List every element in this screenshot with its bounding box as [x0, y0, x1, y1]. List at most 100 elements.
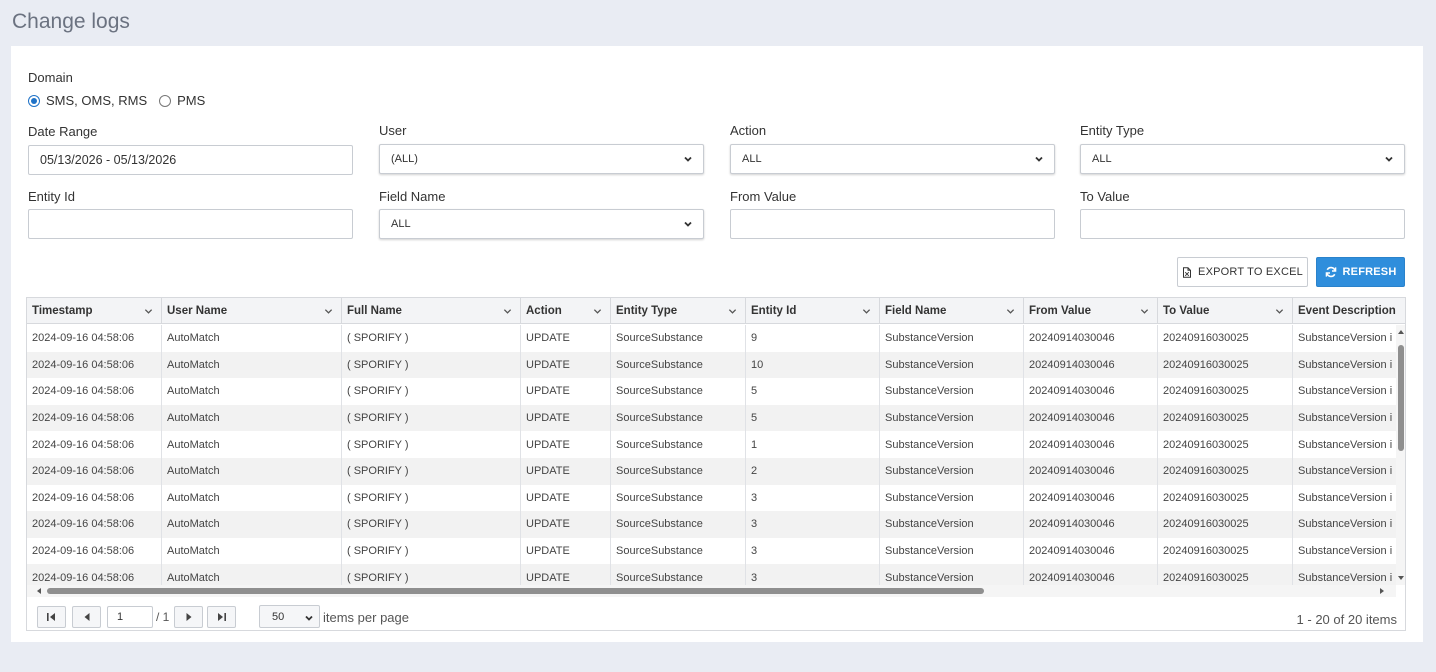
first-page-button[interactable]: [37, 606, 66, 628]
table-row[interactable]: 2024-09-16 04:58:06 AutoMatch( SPORIFY ) U…: [27, 351, 1397, 379]
from-value-input[interactable]: [730, 209, 1055, 239]
table-row[interactable]: 2024-09-16 04:58:06 AutoMatch( SPORIFY ) U…: [27, 458, 1397, 485]
domain-radio-pms-label[interactable]: PMS: [177, 93, 205, 108]
column-menu-chevron-icon[interactable]: [1275, 307, 1284, 316]
table-row[interactable]: 2024-09-16 04:58:06 AutoMatch( SPORIFY ) U…: [27, 404, 1397, 432]
cell-user-name: AutoMatch: [162, 431, 342, 458]
cell-full-name: ( SPORIFY ): [342, 378, 521, 405]
last-page-button[interactable]: [207, 606, 236, 628]
column-header-user-name[interactable]: User Name: [162, 298, 342, 324]
cell-entity-type: SourceSubstance: [611, 378, 746, 405]
cell-user-name: AutoMatch: [162, 537, 342, 565]
cell-full-name: ( SPORIFY ): [342, 564, 521, 585]
page-number-input[interactable]: 1: [107, 606, 153, 628]
cell-user-name: AutoMatch: [162, 404, 342, 432]
export-to-excel-button[interactable]: EXPORT TO EXCEL: [1177, 257, 1308, 287]
entity-type-select[interactable]: ALL: [1080, 144, 1405, 174]
domain-radio-sms-oms-rms[interactable]: [28, 94, 40, 107]
cell-full-name: ( SPORIFY ): [342, 458, 521, 485]
column-header-from-value[interactable]: From Value: [1024, 298, 1158, 324]
to-value-label: To Value: [1080, 189, 1130, 204]
action-select[interactable]: ALL: [730, 144, 1055, 174]
column-menu-chevron-icon[interactable]: [728, 307, 737, 316]
domain-radio-sms-oms-rms-label[interactable]: SMS, OMS, RMS: [46, 93, 147, 108]
table-row[interactable]: 2024-09-16 04:58:06 AutoMatch( SPORIFY ) U…: [27, 537, 1397, 565]
chevron-down-icon: [684, 221, 692, 227]
column-header-label: Action: [526, 305, 562, 317]
column-header-label: Field Name: [885, 305, 947, 317]
action-label: Action: [730, 123, 767, 138]
chevron-down-icon: [1035, 156, 1043, 162]
column-menu-chevron-icon[interactable]: [503, 307, 512, 316]
table-row[interactable]: 2024-09-16 04:58:06 AutoMatch( SPORIFY ) U…: [27, 378, 1397, 405]
scroll-right-arrow-icon[interactable]: [1378, 587, 1386, 595]
refresh-button[interactable]: REFRESH: [1316, 257, 1405, 287]
next-page-icon: [186, 613, 191, 621]
column-header-field-name[interactable]: Field Name: [880, 298, 1024, 324]
vertical-scrollbar[interactable]: [1396, 325, 1405, 585]
vertical-scroll-thumb[interactable]: [1398, 345, 1404, 451]
user-label: User: [379, 123, 407, 138]
column-header-event-description[interactable]: Event Description: [1293, 298, 1403, 324]
date-range-input[interactable]: 05/13/2026 - 05/13/2026: [28, 145, 353, 175]
entity-id-input[interactable]: [28, 209, 353, 239]
filter-panel: Domain SMS, OMS, RMS PMS Date Range User…: [11, 46, 1423, 642]
cell-field-name: SubstanceVersion: [880, 484, 1024, 512]
cell-user-name: AutoMatch: [162, 378, 342, 405]
cell-user-name: AutoMatch: [162, 351, 342, 379]
next-page-button[interactable]: [174, 606, 203, 628]
cell-action: UPDATE: [521, 431, 611, 458]
cell-entity-type: SourceSubstance: [611, 458, 746, 485]
column-menu-chevron-icon[interactable]: [1006, 307, 1015, 316]
scroll-down-arrow-icon[interactable]: [1397, 574, 1405, 582]
column-header-entity-id[interactable]: Entity Id: [746, 298, 880, 324]
table-row[interactable]: 2024-09-16 04:58:06 AutoMatch( SPORIFY ) U…: [27, 484, 1397, 512]
table-row[interactable]: 2024-09-16 04:58:06 AutoMatch( SPORIFY ) U…: [27, 564, 1397, 585]
domain-radio-pms[interactable]: [159, 94, 172, 107]
table-row[interactable]: 2024-09-16 04:58:06 AutoMatch( SPORIFY ) U…: [27, 511, 1397, 538]
column-header-label: Full Name: [347, 305, 402, 317]
horizontal-scroll-thumb[interactable]: [47, 588, 984, 594]
field-name-select[interactable]: ALL: [379, 209, 704, 239]
column-menu-chevron-icon[interactable]: [324, 307, 333, 316]
cell-full-name: ( SPORIFY ): [342, 537, 521, 565]
column-header-label: To Value: [1163, 305, 1210, 317]
cell-entity-type: SourceSubstance: [611, 511, 746, 538]
cell-to-value: 20240916030025: [1158, 404, 1293, 432]
cell-full-name: ( SPORIFY ): [342, 431, 521, 458]
column-menu-chevron-icon[interactable]: [862, 307, 871, 316]
column-header-entity-type[interactable]: Entity Type: [611, 298, 746, 324]
cell-field-name: SubstanceVersion: [880, 378, 1024, 405]
cell-to-value: 20240916030025: [1158, 484, 1293, 512]
horizontal-scrollbar[interactable]: [27, 585, 1396, 597]
column-menu-chevron-icon[interactable]: [1140, 307, 1149, 316]
column-header-timestamp[interactable]: Timestamp: [27, 298, 162, 324]
column-menu-chevron-icon[interactable]: [144, 307, 153, 316]
cell-action: UPDATE: [521, 351, 611, 379]
column-menu-chevron-icon[interactable]: [593, 307, 602, 316]
cell-action: UPDATE: [521, 404, 611, 432]
page-size-select[interactable]: 50: [259, 605, 320, 628]
field-name-select-value: ALL: [391, 218, 411, 230]
scroll-left-arrow-icon[interactable]: [35, 587, 43, 595]
column-header-to-value[interactable]: To Value: [1158, 298, 1293, 324]
cell-field-name: SubstanceVersion: [880, 537, 1024, 565]
cell-to-value: 20240916030025: [1158, 351, 1293, 379]
user-select[interactable]: (ALL): [379, 144, 704, 174]
cell-user-name: AutoMatch: [162, 511, 342, 538]
cell-to-value: 20240916030025: [1158, 458, 1293, 485]
cell-action: UPDATE: [521, 325, 611, 352]
to-value-input[interactable]: [1080, 209, 1405, 239]
column-header-full-name[interactable]: Full Name: [342, 298, 521, 324]
cell-from-value: 20240914030046: [1024, 564, 1158, 585]
cell-from-value: 20240914030046: [1024, 351, 1158, 379]
table-row[interactable]: 2024-09-16 04:58:06 AutoMatch( SPORIFY ) U…: [27, 325, 1397, 352]
scroll-up-arrow-icon[interactable]: [1397, 328, 1405, 336]
entity-type-select-value: ALL: [1092, 153, 1112, 165]
previous-page-button[interactable]: [72, 606, 101, 628]
items-per-page-label: items per page: [323, 610, 409, 625]
column-header-action[interactable]: Action: [521, 298, 611, 324]
cell-event-description: SubstanceVersion i: [1298, 518, 1393, 531]
cell-field-name: SubstanceVersion: [880, 564, 1024, 585]
table-row[interactable]: 2024-09-16 04:58:06 AutoMatch( SPORIFY ) U…: [27, 431, 1397, 458]
